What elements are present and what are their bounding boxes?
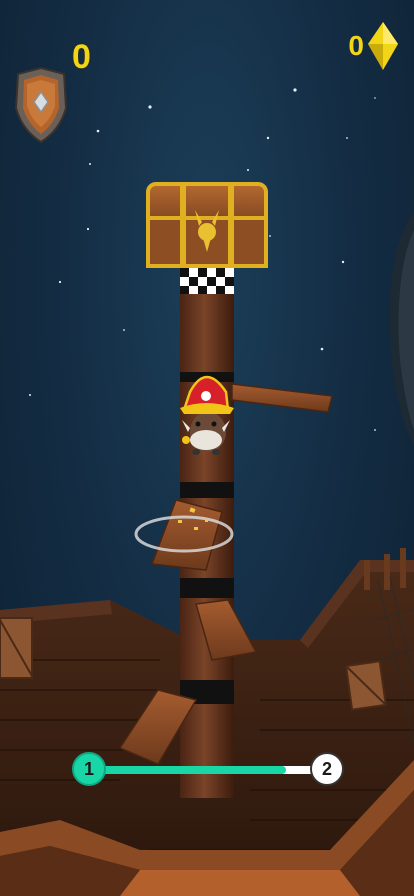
- progress-track: [84, 766, 330, 774]
- yellow-diamond-icon: [368, 22, 398, 70]
- current-level-node: 1: [72, 752, 106, 786]
- gem-counter: 0: [348, 30, 364, 61]
- shield-badge-icon[interactable]: [10, 64, 72, 146]
- finish-band: [180, 268, 234, 294]
- level-progress-bar: 1 2: [72, 750, 344, 790]
- next-level-node: 2: [310, 752, 344, 786]
- progress-fill: [84, 766, 286, 774]
- score-counter: 0: [72, 38, 92, 76]
- treasure-chest: [146, 182, 268, 268]
